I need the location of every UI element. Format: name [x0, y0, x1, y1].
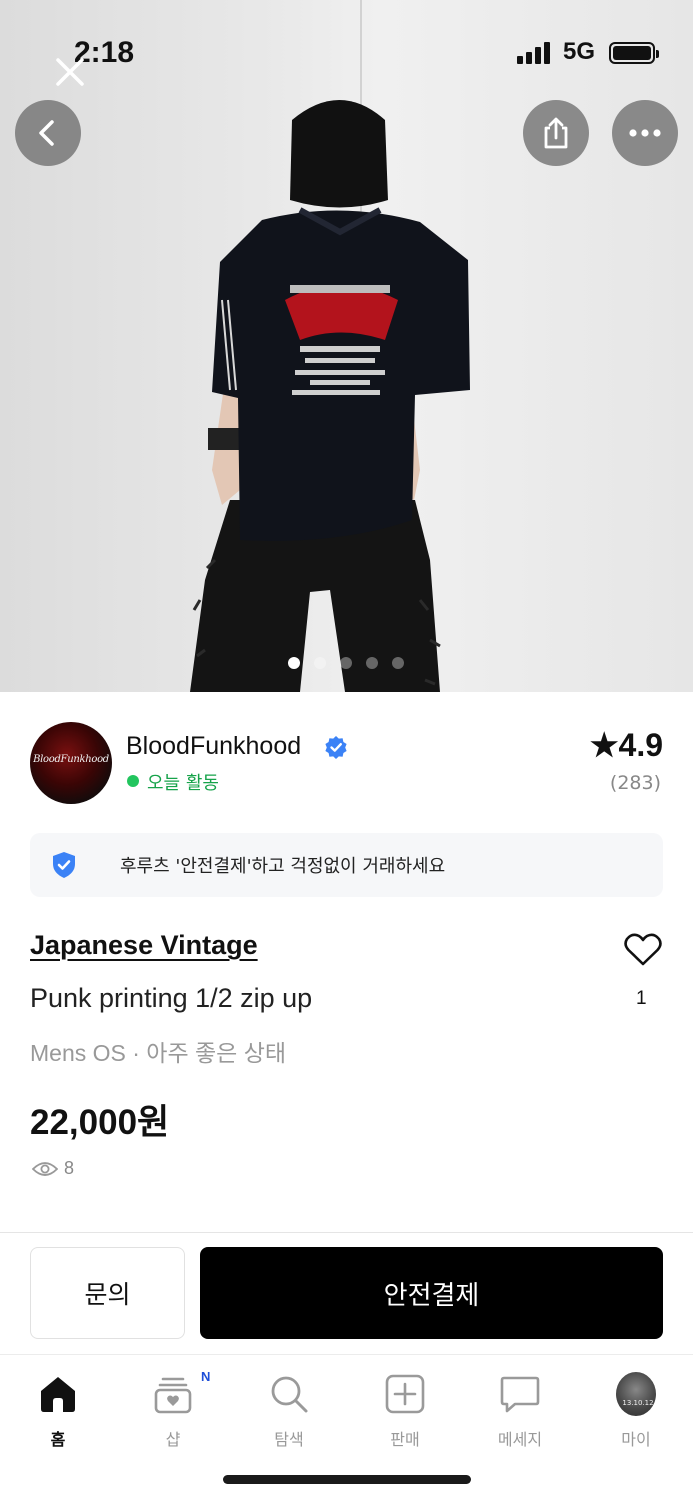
page-dot[interactable]: [288, 657, 300, 669]
safe-banner-text: 후루츠 '안전결제'하고 걱정없이 거래하세요: [120, 856, 446, 877]
more-options-button[interactable]: [612, 100, 678, 166]
product-price: 22,000원: [30, 1103, 170, 1142]
seller-rating[interactable]: ★4.9: [590, 726, 663, 764]
battery-icon: [609, 42, 659, 64]
tab-label: 샵: [165, 1430, 181, 1449]
search-icon: [271, 1376, 308, 1413]
tab-label: 탐색: [274, 1430, 304, 1449]
status-bar: 2:18 5G: [0, 36, 693, 76]
inquiry-button[interactable]: 문의: [30, 1247, 185, 1339]
verified-badge-icon: [325, 736, 347, 759]
view-count-value: 8: [64, 1158, 75, 1178]
tab-messages[interactable]: 메세지: [470, 1372, 570, 1452]
new-badge: N: [201, 1369, 211, 1384]
network-label: 5G: [563, 38, 596, 65]
page-dot[interactable]: [314, 657, 326, 669]
share-icon: [544, 117, 568, 149]
activity-status: 오늘 활동: [147, 773, 219, 794]
plus-square-icon: [385, 1374, 425, 1414]
seller-section[interactable]: BloodFunkhood BloodFunkhood 오늘 활동 ★4.9 (…: [0, 692, 693, 822]
model-figure-image: [190, 100, 470, 692]
back-button[interactable]: [15, 100, 81, 166]
close-icon[interactable]: [54, 56, 86, 88]
chevron-left-icon: [39, 120, 54, 146]
page-dot[interactable]: [392, 657, 404, 669]
view-count: 8: [32, 1158, 74, 1179]
safe-pay-button[interactable]: 안전결제: [200, 1247, 663, 1339]
tab-search[interactable]: 탐색: [239, 1372, 339, 1452]
tab-label: 마이: [621, 1430, 651, 1449]
avatar-logo-text: BloodFunkhood: [33, 754, 109, 765]
like-count: 1: [636, 988, 647, 1009]
product-photo[interactable]: 2:18 5G: [0, 0, 693, 692]
tabbar-divider: [0, 1354, 693, 1355]
product-brand-title[interactable]: Japanese Vintage: [30, 930, 258, 961]
tab-label: 판매: [390, 1430, 420, 1449]
tab-sell[interactable]: 판매: [355, 1372, 455, 1452]
avatar-text: 13.10.12: [622, 1399, 654, 1407]
home-indicator[interactable]: [223, 1475, 471, 1484]
page-dot[interactable]: [366, 657, 378, 669]
divider: [0, 1232, 693, 1233]
chat-bubble-icon: [500, 1376, 540, 1413]
product-size-condition: Mens OS · 아주 좋은 상태: [30, 1040, 287, 1066]
product-subtitle: Punk printing 1/2 zip up: [30, 983, 313, 1013]
seller-name[interactable]: BloodFunkhood: [126, 732, 301, 761]
signal-icon: [517, 42, 550, 64]
page-dot[interactable]: [340, 657, 352, 669]
online-status-dot: [127, 775, 139, 787]
tab-label: 홈: [50, 1430, 66, 1449]
profile-avatar: 13.10.12: [616, 1372, 656, 1416]
tab-home[interactable]: 홈: [8, 1372, 108, 1452]
shield-check-icon: [53, 852, 75, 878]
shop-icon: [154, 1377, 192, 1414]
heart-icon[interactable]: [624, 932, 662, 966]
more-horizontal-icon: [629, 129, 661, 137]
safe-payment-banner[interactable]: 후루츠 '안전결제'하고 걱정없이 거래하세요: [30, 833, 663, 897]
review-count[interactable]: (283): [610, 772, 661, 794]
home-icon: [41, 1377, 75, 1412]
tab-label: 메세지: [497, 1430, 543, 1449]
seller-avatar[interactable]: BloodFunkhood: [30, 722, 112, 804]
photo-pagination[interactable]: [288, 657, 404, 669]
tab-shop[interactable]: N 샵: [123, 1369, 223, 1452]
share-button[interactable]: [523, 100, 589, 166]
eye-icon: [32, 1161, 58, 1176]
tab-my[interactable]: 13.10.12 마이: [586, 1372, 686, 1452]
